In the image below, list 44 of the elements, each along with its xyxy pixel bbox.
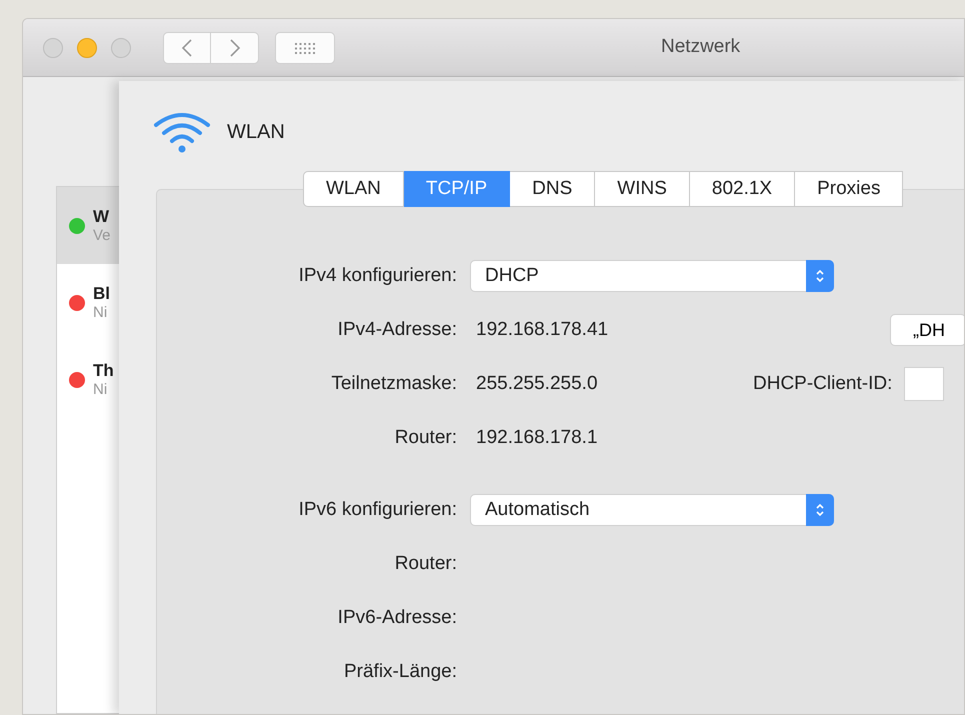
- field-value: 255.255.255.0: [476, 372, 598, 396]
- network-status: Ni: [93, 304, 108, 322]
- text-field[interactable]: [904, 367, 944, 401]
- back-button[interactable]: [163, 32, 211, 64]
- interface-title: WLAN: [227, 120, 285, 145]
- minimize-button[interactable]: [77, 38, 97, 58]
- field-label: IPv4-Adresse:: [338, 318, 457, 342]
- chevron-left-icon: [181, 38, 193, 58]
- stepper-icon: [815, 268, 825, 284]
- grid-icon: [293, 40, 317, 54]
- show-all-button[interactable]: [275, 32, 335, 64]
- field-label: IPv6 konfigurieren:: [298, 498, 457, 522]
- field-label: IPv6-Adresse:: [338, 606, 457, 630]
- network-item[interactable]: Bl Ni: [57, 264, 119, 341]
- network-status: Ni: [93, 380, 108, 398]
- field-label: Router:: [394, 552, 457, 576]
- field-label: DHCP-Client-ID:: [753, 372, 892, 396]
- dhcp-button[interactable]: „DH: [890, 314, 964, 346]
- network-status: Ve: [93, 226, 111, 244]
- chevron-right-icon: [228, 38, 240, 58]
- window-title: Netzwerk: [661, 35, 740, 60]
- field-label: Präfix-Länge:: [344, 660, 457, 684]
- network-item[interactable]: W Ve: [57, 187, 119, 264]
- tab[interactable]: WLAN: [303, 171, 404, 207]
- network-name: Th: [93, 360, 114, 380]
- tab[interactable]: 802.1X: [690, 171, 796, 207]
- dropdown[interactable]: DHCP: [470, 260, 834, 292]
- field-label: Router:: [394, 426, 457, 450]
- field-label: IPv4 konfigurieren:: [298, 264, 457, 288]
- network-name: W: [93, 206, 110, 226]
- network-item[interactable]: Th Ni: [57, 341, 119, 418]
- field-value: 192.168.178.41: [476, 318, 608, 342]
- close-button[interactable]: [43, 38, 63, 58]
- tab[interactable]: DNS: [510, 171, 596, 207]
- field-value: 192.168.178.1: [476, 426, 598, 450]
- field-label: Teilnetzmaske:: [331, 372, 457, 396]
- network-name: Bl: [93, 284, 110, 304]
- dropdown[interactable]: Automatisch: [470, 494, 834, 526]
- wifi-icon: [153, 111, 211, 153]
- forward-button[interactable]: [211, 32, 259, 64]
- tab[interactable]: Proxies: [795, 171, 904, 207]
- tab[interactable]: WINS: [595, 171, 690, 207]
- zoom-button[interactable]: [111, 38, 131, 58]
- stepper-icon: [815, 502, 825, 518]
